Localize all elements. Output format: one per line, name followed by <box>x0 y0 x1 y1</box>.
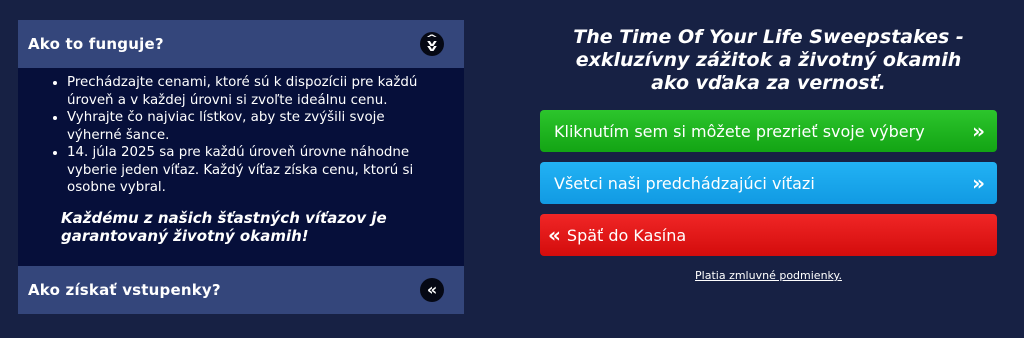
button-label: Kliknutím sem si môžete prezrieť svoje v… <box>554 121 925 141</box>
view-choices-button[interactable]: Kliknutím sem si môžete prezrieť svoje v… <box>540 110 997 152</box>
expand-icon[interactable]: « <box>420 278 444 302</box>
past-winners-button[interactable]: Všetci naši predchádzajúci víťazi » <box>540 162 997 204</box>
list-item: Prechádzajte cenami, ktoré sú k dispozíc… <box>67 74 424 109</box>
chevron-left-icon: « <box>548 223 561 247</box>
button-label: Všetci naši predchádzajúci víťazi <box>554 173 815 193</box>
faq-accordion: Ako to funguje? ^vv Prechádzajte cenami,… <box>18 20 464 314</box>
chevron-right-icon: » <box>972 119 985 143</box>
accordion-body-how-it-works: Prechádzajte cenami, ktoré sú k dispozíc… <box>18 68 464 266</box>
accordion-header-how-it-works[interactable]: Ako to funguje? ^ v v <box>18 20 464 68</box>
chevron-right-icon: » <box>972 171 985 195</box>
guarantee-text: Každému z našich šťastných víťazov je ga… <box>61 208 387 245</box>
back-to-casino-button[interactable]: « Späť do Kasína <box>540 214 997 256</box>
list-item: Vyhrajte čo najviac lístkov, aby ste zvý… <box>67 109 424 144</box>
promo-title: The Time Of Your Life Sweepstakes - exkl… <box>573 26 964 94</box>
terms-link[interactable]: Platia zmluvné podmienky. <box>540 269 997 282</box>
accordion-title: Ako získať vstupenky? <box>28 281 221 299</box>
collapse-icon[interactable]: ^ v v <box>420 32 444 56</box>
button-label: Späť do Kasína <box>566 225 687 245</box>
steps-list: Prechádzajte cenami, ktoré sú k dispozíc… <box>48 74 424 197</box>
accordion-header-get-tickets[interactable]: Ako získať vstupenky? « <box>18 266 464 314</box>
list-item: 14. júla 2025 sa pre každú úroveň úrovne… <box>67 144 424 197</box>
promo-panel: The Time Of Your Life Sweepstakes - exkl… <box>540 26 997 282</box>
accordion-title: Ako to funguje? <box>28 35 164 53</box>
